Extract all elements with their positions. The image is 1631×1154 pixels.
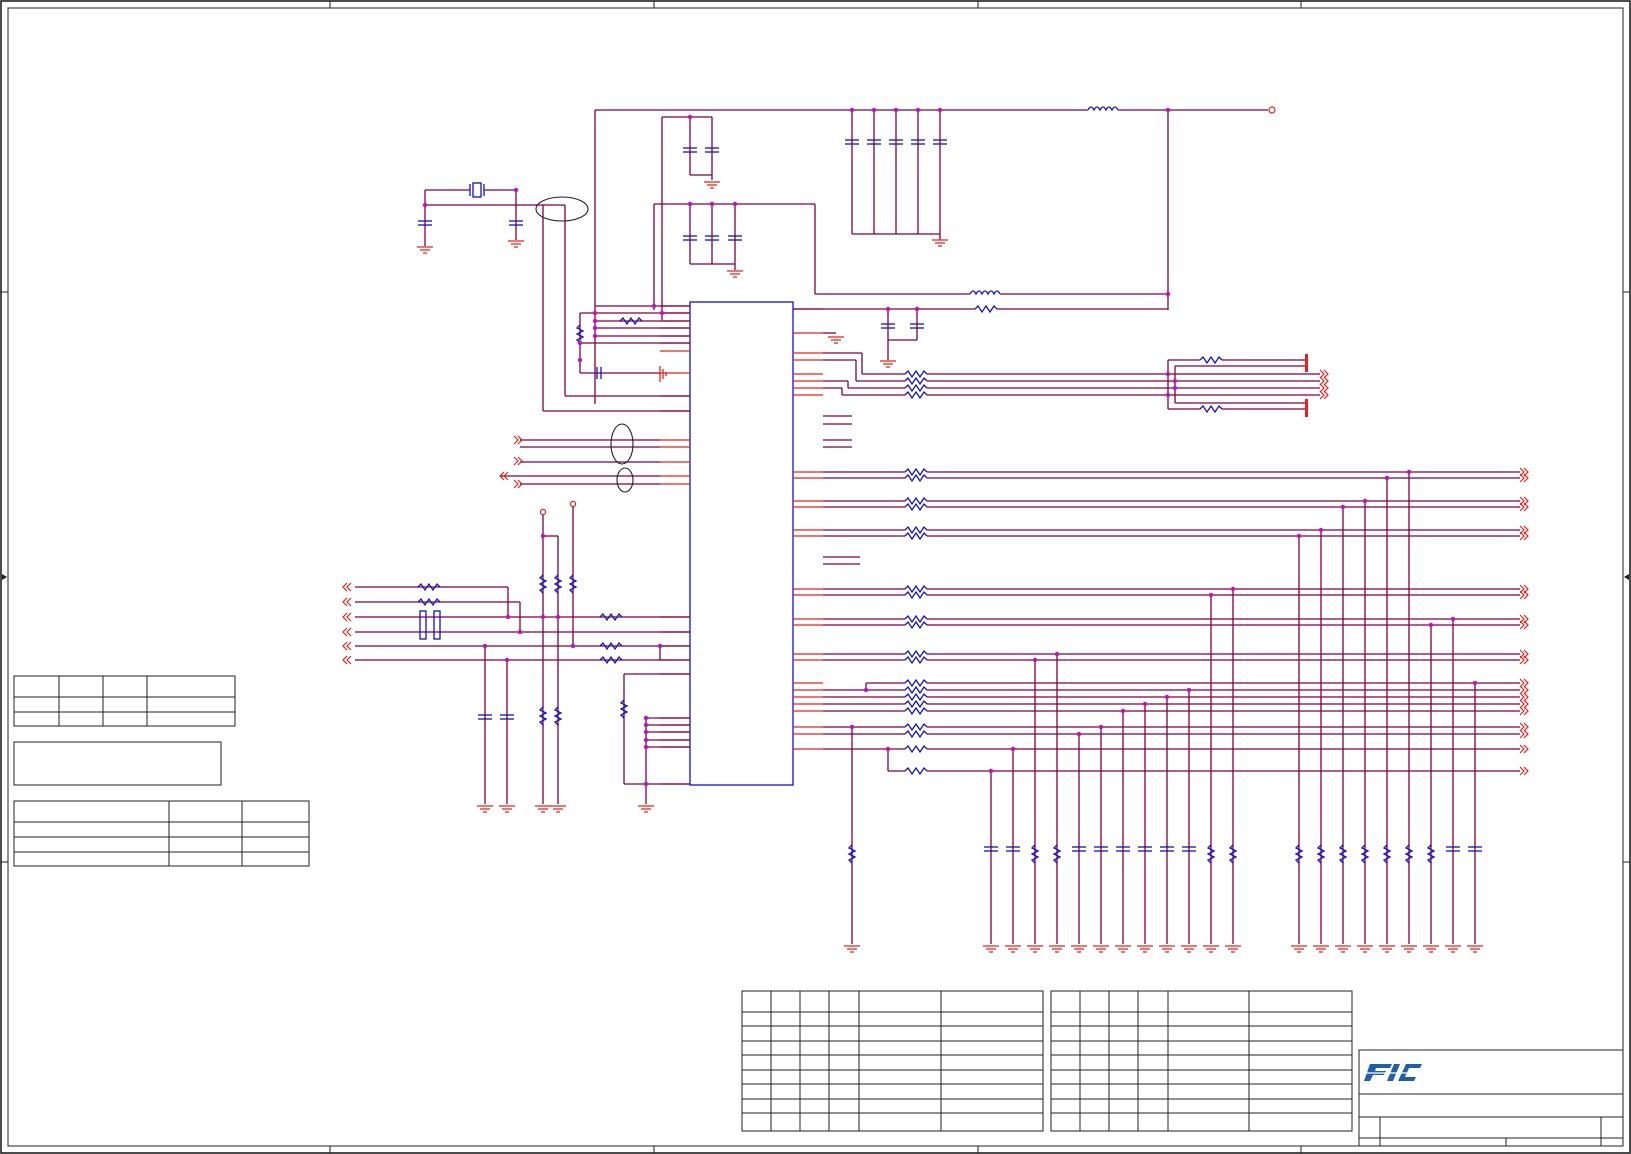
main-ic bbox=[689, 301, 794, 786]
connector-block bbox=[823, 352, 1329, 417]
pair-4 bbox=[823, 584, 1520, 600]
pair-1 bbox=[823, 467, 1520, 483]
left-note-box bbox=[13, 741, 222, 786]
cap-group-lower bbox=[683, 201, 743, 278]
title-block bbox=[1358, 1049, 1624, 1147]
fic-logo-icon bbox=[1362, 1064, 1424, 1081]
pair-6 bbox=[823, 649, 1520, 665]
pair-2 bbox=[823, 496, 1520, 512]
ic-top-left-network bbox=[575, 303, 690, 382]
left-signal-inputs bbox=[499, 423, 660, 493]
right-signal-pairs bbox=[823, 467, 1520, 776]
decoupling-cap-bank bbox=[845, 107, 948, 247]
single-2 bbox=[887, 749, 1520, 776]
crystal-circuit bbox=[417, 182, 690, 412]
strap-network bbox=[619, 673, 690, 813]
pair-5 bbox=[823, 614, 1520, 630]
schematic-sheet bbox=[0, 0, 1631, 1154]
single-1 bbox=[823, 744, 1520, 754]
ic-right-pins bbox=[793, 308, 823, 750]
right-offpage-arrows bbox=[1519, 467, 1529, 776]
left-table-1 bbox=[13, 675, 236, 727]
cap-group-upper bbox=[661, 114, 720, 320]
ic-right-support bbox=[823, 306, 924, 565]
left-table-2 bbox=[13, 800, 310, 867]
pair-3 bbox=[823, 525, 1520, 541]
lower-left-network bbox=[342, 500, 690, 813]
ic-left-pins bbox=[660, 305, 690, 785]
pair-7 bbox=[823, 722, 1520, 739]
bus-group bbox=[823, 678, 1520, 716]
revision-table-left bbox=[741, 990, 1044, 1132]
sheet-border bbox=[0, 0, 1631, 1154]
revision-table-right bbox=[1050, 990, 1353, 1132]
